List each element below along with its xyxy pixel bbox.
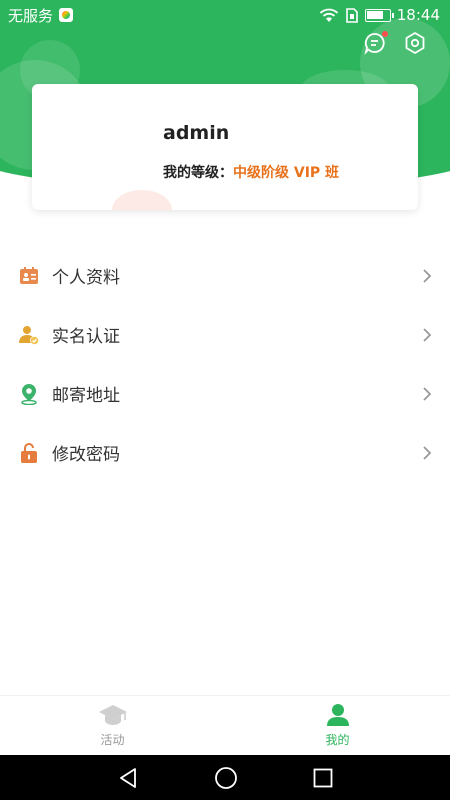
- lock-icon: [18, 442, 40, 464]
- chevron-right-icon: [423, 386, 432, 401]
- wifi-icon: [319, 8, 338, 22]
- home-icon[interactable]: [214, 766, 238, 790]
- menu-label: 个人资料: [52, 268, 120, 288]
- tab-label: 我的: [325, 733, 350, 747]
- message-button[interactable]: [362, 30, 388, 56]
- menu-label: 实名认证: [52, 327, 120, 347]
- menu-list: 个人资料 实名认证 邮寄地址 修改密码: [0, 246, 450, 482]
- tab-label: 活动: [100, 733, 125, 747]
- profile-card[interactable]: admin 我的等级：中级阶级 VIP 班: [32, 84, 418, 210]
- menu-item-verification[interactable]: 实名认证: [0, 305, 450, 364]
- status-bar: 无服务 18:44: [0, 0, 450, 30]
- bottom-tab-bar: 活动 我的: [0, 695, 450, 755]
- chevron-right-icon: [423, 445, 432, 460]
- menu-label: 修改密码: [52, 445, 120, 465]
- menu-item-address[interactable]: 邮寄地址: [0, 364, 450, 423]
- menu-label: 邮寄地址: [52, 386, 120, 406]
- back-icon[interactable]: [117, 767, 139, 789]
- clock-text: 18:44: [396, 6, 440, 24]
- level-value: 中级阶级 VIP 班: [233, 165, 340, 181]
- chevron-right-icon: [423, 327, 432, 342]
- tab-mine[interactable]: 我的: [225, 696, 450, 755]
- app-notification-icon: [59, 8, 74, 22]
- top-actions: [362, 30, 428, 56]
- settings-button[interactable]: [402, 30, 428, 56]
- unread-dot: [382, 31, 388, 37]
- recents-icon[interactable]: [313, 768, 333, 788]
- system-nav-bar: [0, 755, 450, 800]
- location-pin-icon: [18, 383, 40, 405]
- menu-item-profile[interactable]: 个人资料: [0, 246, 450, 305]
- settings-hexagon-icon: [405, 32, 425, 54]
- profile-page: 无服务 18:44 admin 我的等级：中级阶级 VIP 班 个人资料 实名认…: [0, 0, 450, 800]
- level-label: 我的等级：: [163, 165, 233, 181]
- person-icon: [326, 704, 349, 726]
- menu-item-change-password[interactable]: 修改密码: [0, 423, 450, 482]
- tab-activity[interactable]: 活动: [0, 696, 225, 755]
- chevron-right-icon: [423, 268, 432, 283]
- member-level: 我的等级：中级阶级 VIP 班: [163, 162, 339, 182]
- sim-icon: [345, 7, 358, 23]
- graduation-cap-icon: [98, 705, 127, 725]
- id-card-icon: [18, 265, 40, 287]
- battery-icon: [364, 8, 394, 22]
- carrier-text: 无服务: [8, 6, 54, 25]
- username: admin: [163, 122, 230, 144]
- verified-user-icon: [18, 324, 40, 346]
